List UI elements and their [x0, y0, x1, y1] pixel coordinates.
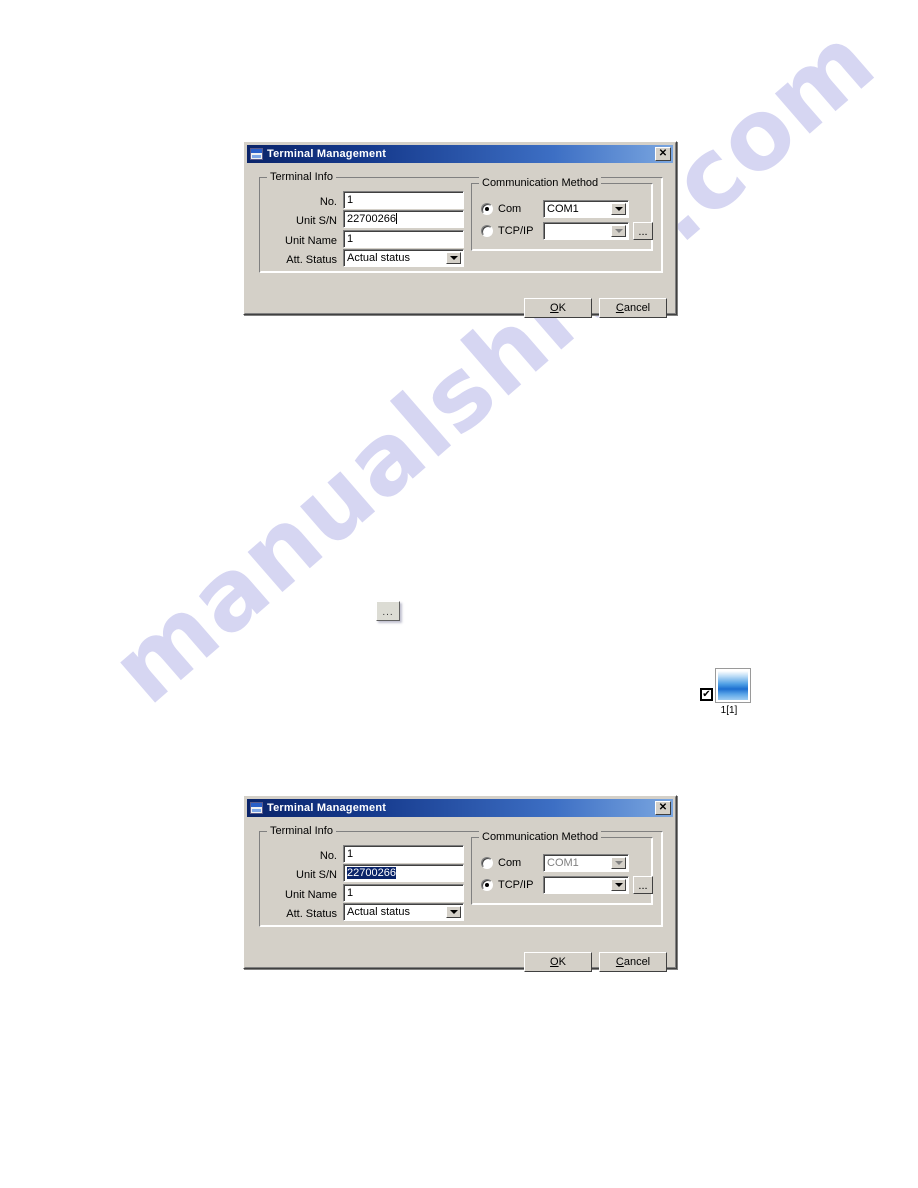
radio-com[interactable]: Com — [481, 856, 521, 870]
terminal-management-dialog-bottom[interactable]: Terminal Management ✕ Terminal Info No. … — [243, 795, 677, 972]
cancel-rest: ancel — [623, 302, 651, 314]
cancel-accel: C — [615, 956, 624, 968]
input-unit-sn[interactable]: 22700266 — [343, 210, 464, 228]
ok-button[interactable]: OK — [524, 298, 592, 318]
terminal-info-legend: Terminal Info — [267, 825, 336, 837]
label-unit-name: Unit Name — [285, 235, 337, 247]
label-unit-sn: Unit S/N — [296, 869, 337, 881]
combo-att-status-value: Actual status — [347, 252, 410, 264]
combo-tcpip-address[interactable] — [543, 222, 629, 240]
dialog-title: Terminal Management — [267, 801, 387, 814]
input-unit-name[interactable]: 1 — [343, 884, 464, 902]
combo-com-port-value: COM1 — [547, 203, 579, 215]
close-icon[interactable]: ✕ — [655, 147, 671, 161]
callout-browse-ellipsis-button[interactable]: ... — [376, 601, 400, 621]
cancel-button[interactable]: Cancel — [599, 298, 667, 318]
combo-att-status[interactable]: Actual status — [343, 903, 464, 921]
ok-accel: O — [550, 302, 559, 314]
radio-com-label: Com — [498, 857, 522, 869]
cancel-accel: C — [615, 302, 624, 314]
combo-com-port[interactable]: COM1 — [543, 200, 629, 218]
radio-com-mark[interactable] — [481, 203, 493, 215]
label-unit-sn: Unit S/N — [296, 215, 337, 227]
window-icon — [250, 802, 263, 814]
combo-att-status[interactable]: Actual status — [343, 249, 464, 267]
dialog-title: Terminal Management — [267, 147, 387, 160]
input-unit-sn[interactable]: 22700266 — [343, 864, 464, 882]
combo-com-port-value: COM1 — [547, 857, 579, 869]
radio-tcpip-mark[interactable] — [481, 225, 493, 237]
input-no[interactable]: 1 — [343, 191, 464, 209]
window-icon — [250, 148, 263, 160]
label-att-status: Att. Status — [286, 908, 337, 920]
thumbnail-label: 1[1] — [720, 705, 738, 716]
radio-tcpip-mark[interactable] — [481, 879, 493, 891]
radio-com-mark[interactable] — [481, 857, 493, 869]
chevron-down-icon[interactable] — [446, 252, 461, 264]
chevron-down-icon[interactable] — [611, 879, 626, 891]
cancel-button[interactable]: Cancel — [599, 952, 667, 972]
watermark-text: manualshive.com — [90, 3, 896, 726]
picture-icon-image — [718, 671, 748, 700]
chevron-down-icon[interactable] — [446, 906, 461, 918]
combo-tcpip-address[interactable] — [543, 876, 629, 894]
ok-rest: K — [558, 956, 566, 968]
ok-accel: O — [550, 956, 559, 968]
radio-tcpip[interactable]: TCP/IP — [481, 878, 533, 892]
label-no: No. — [319, 850, 337, 862]
label-no: No. — [319, 196, 337, 208]
picture-icon — [715, 668, 751, 703]
titlebar-top[interactable]: Terminal Management ✕ — [247, 145, 673, 163]
chevron-down-icon[interactable] — [611, 857, 626, 869]
radio-tcpip-label: TCP/IP — [498, 879, 534, 891]
combo-com-port[interactable]: COM1 — [543, 854, 629, 872]
combo-att-status-value: Actual status — [347, 906, 410, 918]
radio-com-label: Com — [498, 203, 522, 215]
titlebar-bottom[interactable]: Terminal Management ✕ — [247, 799, 673, 817]
communication-method-legend: Communication Method — [479, 831, 602, 843]
communication-method-legend: Communication Method — [479, 177, 602, 189]
radio-tcpip[interactable]: TCP/IP — [481, 224, 533, 238]
terminal-management-dialog-top[interactable]: Terminal Management ✕ Terminal Info No. … — [243, 141, 677, 318]
ok-button[interactable]: OK — [524, 952, 592, 972]
image-thumbnail-group[interactable]: ✔ 1[1] — [700, 668, 758, 720]
browse-ellipsis-button[interactable]: ... — [633, 222, 653, 240]
label-unit-name: Unit Name — [285, 889, 337, 901]
close-icon[interactable]: ✕ — [655, 801, 671, 815]
label-att-status: Att. Status — [286, 254, 337, 266]
cancel-rest: ancel — [623, 956, 651, 968]
chevron-down-icon[interactable] — [611, 203, 626, 215]
input-unit-sn-selection: 22700266 — [347, 867, 396, 879]
radio-tcpip-label: TCP/IP — [498, 225, 534, 237]
ok-rest: K — [558, 302, 566, 314]
terminal-info-legend: Terminal Info — [267, 171, 336, 183]
chevron-down-icon[interactable] — [611, 225, 626, 237]
browse-ellipsis-button[interactable]: ... — [633, 876, 653, 894]
checkbox-checked-icon[interactable]: ✔ — [700, 688, 713, 701]
input-unit-name[interactable]: 1 — [343, 230, 464, 248]
radio-com[interactable]: Com — [481, 202, 521, 216]
input-no[interactable]: 1 — [343, 845, 464, 863]
